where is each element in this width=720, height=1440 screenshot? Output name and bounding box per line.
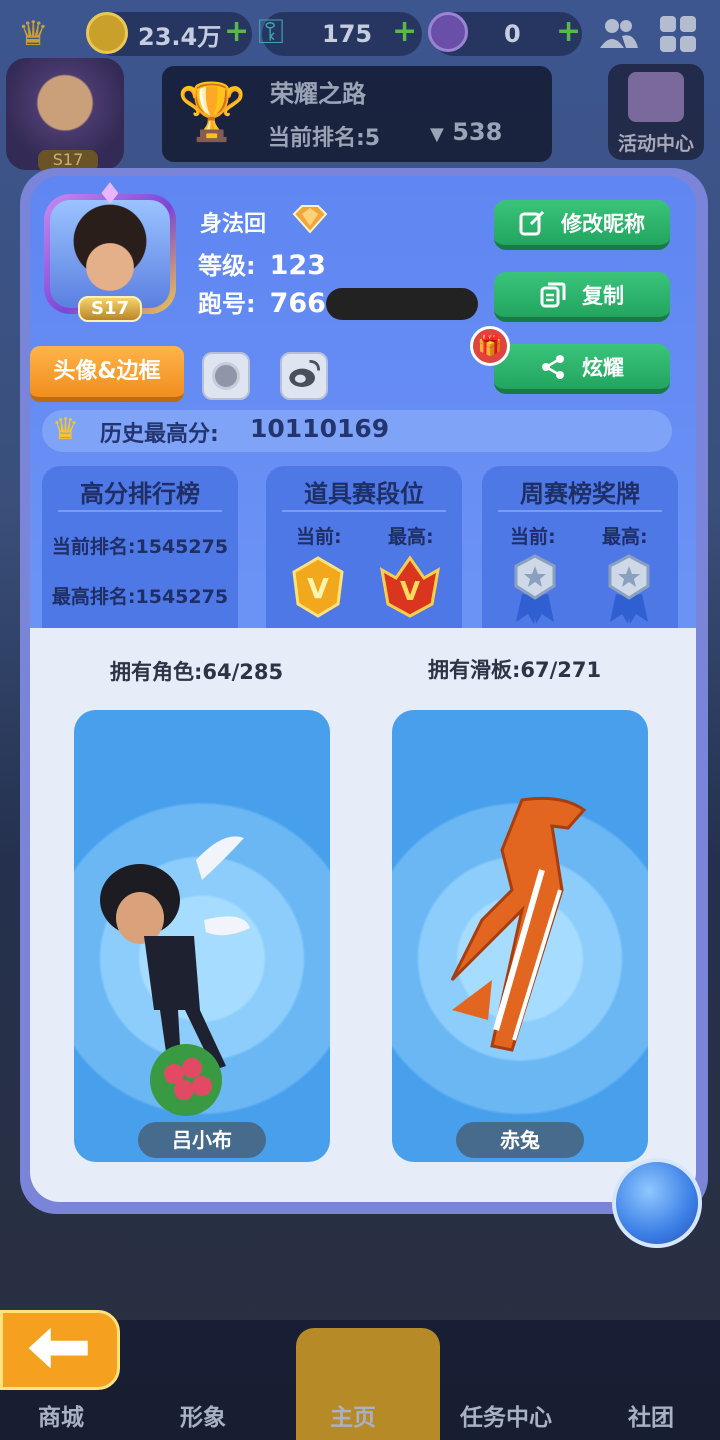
gem-icon xyxy=(428,12,468,52)
leaderboard-current-rank: 当前排名:1545275 xyxy=(51,536,229,558)
key-icon: ⚿ xyxy=(258,12,284,52)
weibo-logo xyxy=(289,359,321,387)
trophy-icon: 🏆 xyxy=(177,80,247,145)
coin-value: 23.4万 xyxy=(138,22,222,51)
copy-label: 复制 xyxy=(582,283,624,308)
skateboard-name: 赤兔 xyxy=(456,1122,584,1158)
profile-avatar[interactable]: ♦ S17 xyxy=(36,177,184,322)
rename-label: 修改昵称 xyxy=(561,211,645,236)
leaderboard-title: 高分排行榜 xyxy=(80,480,200,508)
honor-road-title: 荣耀之路 xyxy=(270,80,366,108)
redacted-id-mask xyxy=(326,288,478,320)
share-label: 炫耀 xyxy=(582,355,624,380)
crown-icon: ♛ xyxy=(18,14,49,54)
best-score-value: 10110169 xyxy=(250,414,390,443)
roles-owned: 拥有角色:64/285 xyxy=(110,660,284,684)
weekly-medal-best-label: 最高: xyxy=(602,526,648,548)
nav-item-club[interactable]: 社团 xyxy=(628,1398,674,1432)
svg-text:V: V xyxy=(400,577,420,607)
coin-icon xyxy=(86,12,128,54)
item-tier-card[interactable]: 道具赛段位 当前: 最高: V V xyxy=(266,466,462,632)
nav-item-shop[interactable]: 商城 xyxy=(38,1398,84,1432)
back-arrow-icon xyxy=(28,1327,88,1369)
menu-grid-icon[interactable] xyxy=(660,16,696,52)
copy-button[interactable]: 复制 xyxy=(494,272,670,322)
share-icon xyxy=(542,354,564,379)
gem-value: 0 xyxy=(504,20,521,48)
add-coins-icon[interactable]: + xyxy=(224,14,249,49)
crown-tier-medal-icon: V xyxy=(379,555,441,618)
skateboard-card[interactable]: 赤兔 xyxy=(392,710,648,1162)
divider xyxy=(58,510,222,512)
runner-id-row: 跑号: 766 xyxy=(198,284,326,319)
honor-cup-count: 538 xyxy=(452,118,503,146)
character-figure xyxy=(100,836,250,1116)
edit-icon xyxy=(519,210,545,235)
leaderboard-best-rank: 最高排名:1545275 xyxy=(51,586,229,608)
item-tier-current-label: 当前: xyxy=(296,526,342,548)
cup-icon: ▼ xyxy=(430,124,444,145)
weekly-medal-card[interactable]: 周赛榜奖牌 当前: 最高: xyxy=(482,466,678,632)
best-score-label: 历史最高分: xyxy=(100,422,219,447)
silver-star-medal-icon xyxy=(514,554,556,624)
activity-center-label: 活动中心 xyxy=(617,133,694,155)
divider xyxy=(282,510,446,512)
nickname: 身法回 xyxy=(200,212,267,237)
share-button[interactable]: 炫耀 xyxy=(494,344,670,394)
character-card[interactable]: 吕小布 xyxy=(74,710,330,1162)
swirl-sticker-icon[interactable] xyxy=(612,1158,702,1248)
honor-cups: ▼ 538 xyxy=(430,118,502,146)
collection-panel: 拥有角色:64/285 拥有滑板:67/271 吕小布 赤兔 xyxy=(30,628,696,1202)
svg-text:V: V xyxy=(307,572,329,605)
best-score-bar: ♛ 历史最高分: 10110169 xyxy=(42,410,672,452)
weekly-medal-title: 周赛榜奖牌 xyxy=(520,480,640,508)
crest-icon: ♦ xyxy=(96,177,124,212)
profile-modal: ♦ S17 身法回 等级: 123 跑号: 766 修改昵称 复制 炫耀 🎁 头… xyxy=(20,168,708,1214)
nav-item-appearance[interactable]: 形象 xyxy=(180,1398,226,1432)
copy-icon xyxy=(540,282,566,307)
rename-button[interactable]: 修改昵称 xyxy=(494,200,670,250)
level-row: 等级: 123 xyxy=(198,246,326,281)
runner-id-label: 跑号: xyxy=(198,290,256,318)
friends-icon[interactable] xyxy=(598,16,638,50)
silver-star-medal-icon xyxy=(608,554,650,624)
badge-slot-icon[interactable] xyxy=(202,352,250,400)
nav-item-tasks[interactable]: 任务中心 xyxy=(460,1398,552,1432)
weekly-medal-current-label: 当前: xyxy=(510,526,556,548)
item-tier-best-label: 最高: xyxy=(388,526,434,548)
honor-road-panel[interactable]: 🏆 荣耀之路 当前排名:5 ▼ 538 xyxy=(162,66,552,162)
runner-id-value: 766 xyxy=(269,288,326,319)
diamond-rank-icon xyxy=(292,205,328,234)
skateboard-figure xyxy=(450,796,587,1052)
nav-item-home[interactable]: 主页 xyxy=(330,1398,376,1432)
divider xyxy=(498,510,662,512)
calendar-icon xyxy=(628,72,684,122)
weibo-icon[interactable] xyxy=(280,352,328,400)
leaderboard-card[interactable]: 高分排行榜 当前排名:1545275 最高排名:1545275 xyxy=(42,466,238,632)
gift-icon: 🎁 xyxy=(470,326,510,366)
add-gems-icon[interactable]: + xyxy=(556,14,581,49)
level-label: 等级: xyxy=(198,252,256,280)
profile-modal-body: ♦ S17 身法回 等级: 123 跑号: 766 修改昵称 复制 炫耀 🎁 头… xyxy=(30,176,696,1202)
avatar-frame-button[interactable]: 头像&边框 xyxy=(30,346,184,402)
level-value: 123 xyxy=(269,250,326,281)
boards-owned: 拥有滑板:67/271 xyxy=(428,658,602,682)
item-tier-title: 道具赛段位 xyxy=(304,480,424,508)
avatar-image xyxy=(50,200,170,308)
avatar-season-badge: S17 xyxy=(78,296,142,322)
character-name: 吕小布 xyxy=(138,1122,266,1158)
back-button[interactable] xyxy=(0,1310,120,1390)
add-keys-icon[interactable]: + xyxy=(392,14,417,49)
honor-current-rank: 当前排名:5 xyxy=(268,126,381,151)
crown-icon: ♛ xyxy=(52,412,79,447)
key-value: 175 xyxy=(322,20,373,48)
activity-center-button[interactable]: 活动中心 xyxy=(608,64,704,160)
gold-tier-medal-icon: V xyxy=(292,556,344,618)
